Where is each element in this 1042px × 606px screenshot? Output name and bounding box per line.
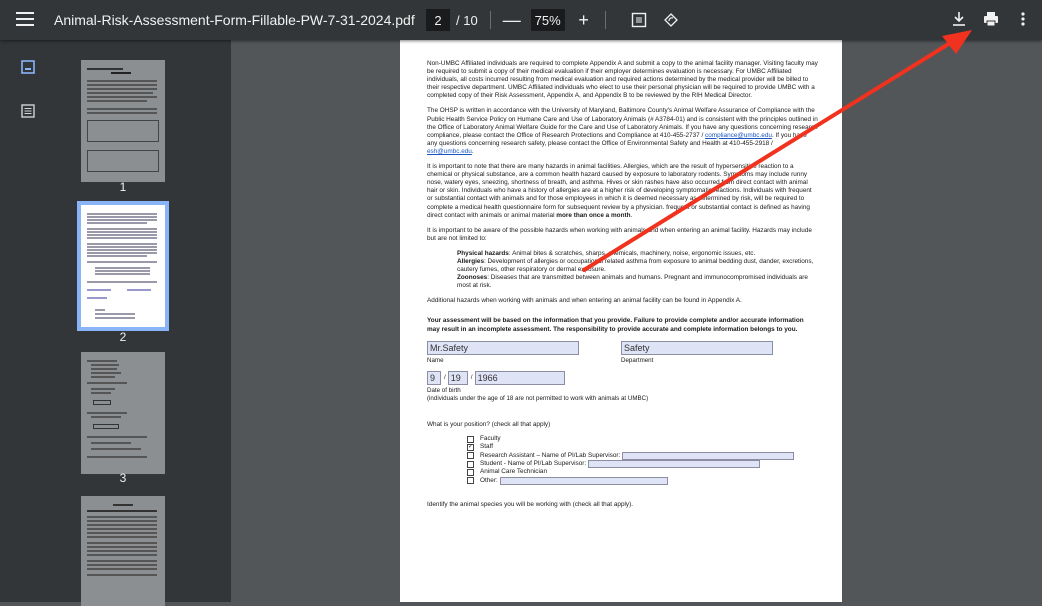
department-label: Department [621,356,654,364]
checkbox-checked[interactable]: ✓ [467,443,474,451]
document-title: Animal-Risk-Assessment-Form-Fillable-PW-… [54,12,415,28]
outline-view-icon[interactable] [21,104,37,120]
print-icon[interactable] [978,8,1004,30]
thumbnail-sidebar: 1 2 3 [0,40,287,606]
download-icon[interactable] [946,8,972,30]
student-pi-field[interactable] [588,460,761,469]
divider [489,11,491,29]
sidebar-tabs [0,40,58,602]
thumbnail-number: 3 [119,471,127,485]
checkbox[interactable] [467,460,474,468]
page-thumbnail-4[interactable] [81,496,165,606]
research-assistant-pi-field[interactable] [622,451,795,460]
page-total: / 10 [456,12,478,28]
zoom-input[interactable]: 75% [530,9,565,31]
position-question: What is your position? (check all that a… [427,420,551,428]
other-position-field[interactable] [499,476,668,485]
date-of-birth-row: 9 / 19 / 1966 [427,370,818,385]
checkbox-student[interactable]: Student - Name of PI/Lab Supervisor: [467,460,818,469]
checkbox-staff[interactable]: ✓ Staff [467,443,818,451]
page-thumbnail-1[interactable] [81,60,165,182]
more-options-icon[interactable] [1010,8,1036,30]
zoom-out-button[interactable]: — [503,10,521,31]
checkbox[interactable] [467,468,474,476]
toolbar-actions [940,8,1036,30]
checkbox[interactable] [467,435,474,443]
checkbox-research-assistant[interactable]: Research Assistant – Name of PI/Lab Supe… [467,452,818,460]
paragraph: Additional hazards when working with ani… [427,297,742,305]
dob-note: (individuals under the age of 18 are not… [427,394,649,402]
zoom-in-button[interactable]: + [575,10,593,31]
checkbox[interactable] [467,452,474,460]
paragraph: Non-UMBC Affiliated individuals are requ… [427,60,818,100]
pdf-page: Non-UMBC Affiliated individuals are requ… [400,40,842,602]
paragraph: It is important to be aware of the possi… [427,226,812,242]
hazard-list: Physical hazards: Animal bites & scratch… [427,250,818,290]
paragraph-ohsp: The OHSP is written in accordance with t… [427,107,818,155]
checkbox[interactable] [467,477,474,485]
esh-email-link[interactable]: esh@umbc.edu [427,148,472,155]
checkbox-faculty[interactable]: Faculty [467,435,818,443]
thumbnails-view-icon[interactable] [21,60,37,76]
page-thumbnail-2[interactable] [77,201,169,331]
menu-icon[interactable] [16,12,34,28]
name-label: Name [427,356,444,364]
fit-page-icon[interactable] [628,9,650,31]
page-zoom-controls: 2 / 10 — 75% + [426,8,682,32]
thumbnail-pane: 1 2 3 [58,40,287,606]
dob-month-field[interactable]: 9 [427,370,441,385]
name-field[interactable]: Mr.Safety [427,340,579,355]
hazard-item: Physical hazards: Animal bites & scratch… [457,249,756,257]
species-question: Identify the animal species you will be … [427,500,634,508]
dob-year-field[interactable]: 1966 [474,370,565,385]
divider [604,11,606,29]
hazard-item: Zoonoses: Diseases that are transmitted … [457,274,808,290]
position-checkboxes: Faculty ✓ Staff Research Assistant – Name… [467,435,818,485]
page-thumbnail-3[interactable] [81,352,165,474]
paragraph-hazards-intro: It is important to note that there are m… [427,163,812,219]
checkbox-other[interactable]: Other: [467,476,818,485]
thumbnail-number: 1 [119,180,127,194]
dob-label: Date of birth [427,386,461,394]
compliance-email-link[interactable]: compliance@umbc.edu [705,132,772,139]
dob-day-field[interactable]: 19 [447,370,468,385]
thumbnail-number: 2 [119,330,127,344]
pdf-toolbar: Animal-Risk-Assessment-Form-Fillable-PW-… [0,0,1042,40]
page-number-input[interactable]: 2 [426,9,450,31]
document-viewer: Non-UMBC Affiliated individuals are requ… [231,40,1042,602]
checkbox-animal-care-technician[interactable]: Animal Care Technician [467,468,818,476]
name-department-row: Mr.Safety Name Safety Department [427,340,818,365]
assessment-notice: Your assessment will be based on the inf… [427,317,804,333]
department-field[interactable]: Safety [621,340,773,355]
hazard-item: Allergies: Development of allergies or o… [457,257,814,274]
rotate-icon[interactable] [660,9,682,31]
